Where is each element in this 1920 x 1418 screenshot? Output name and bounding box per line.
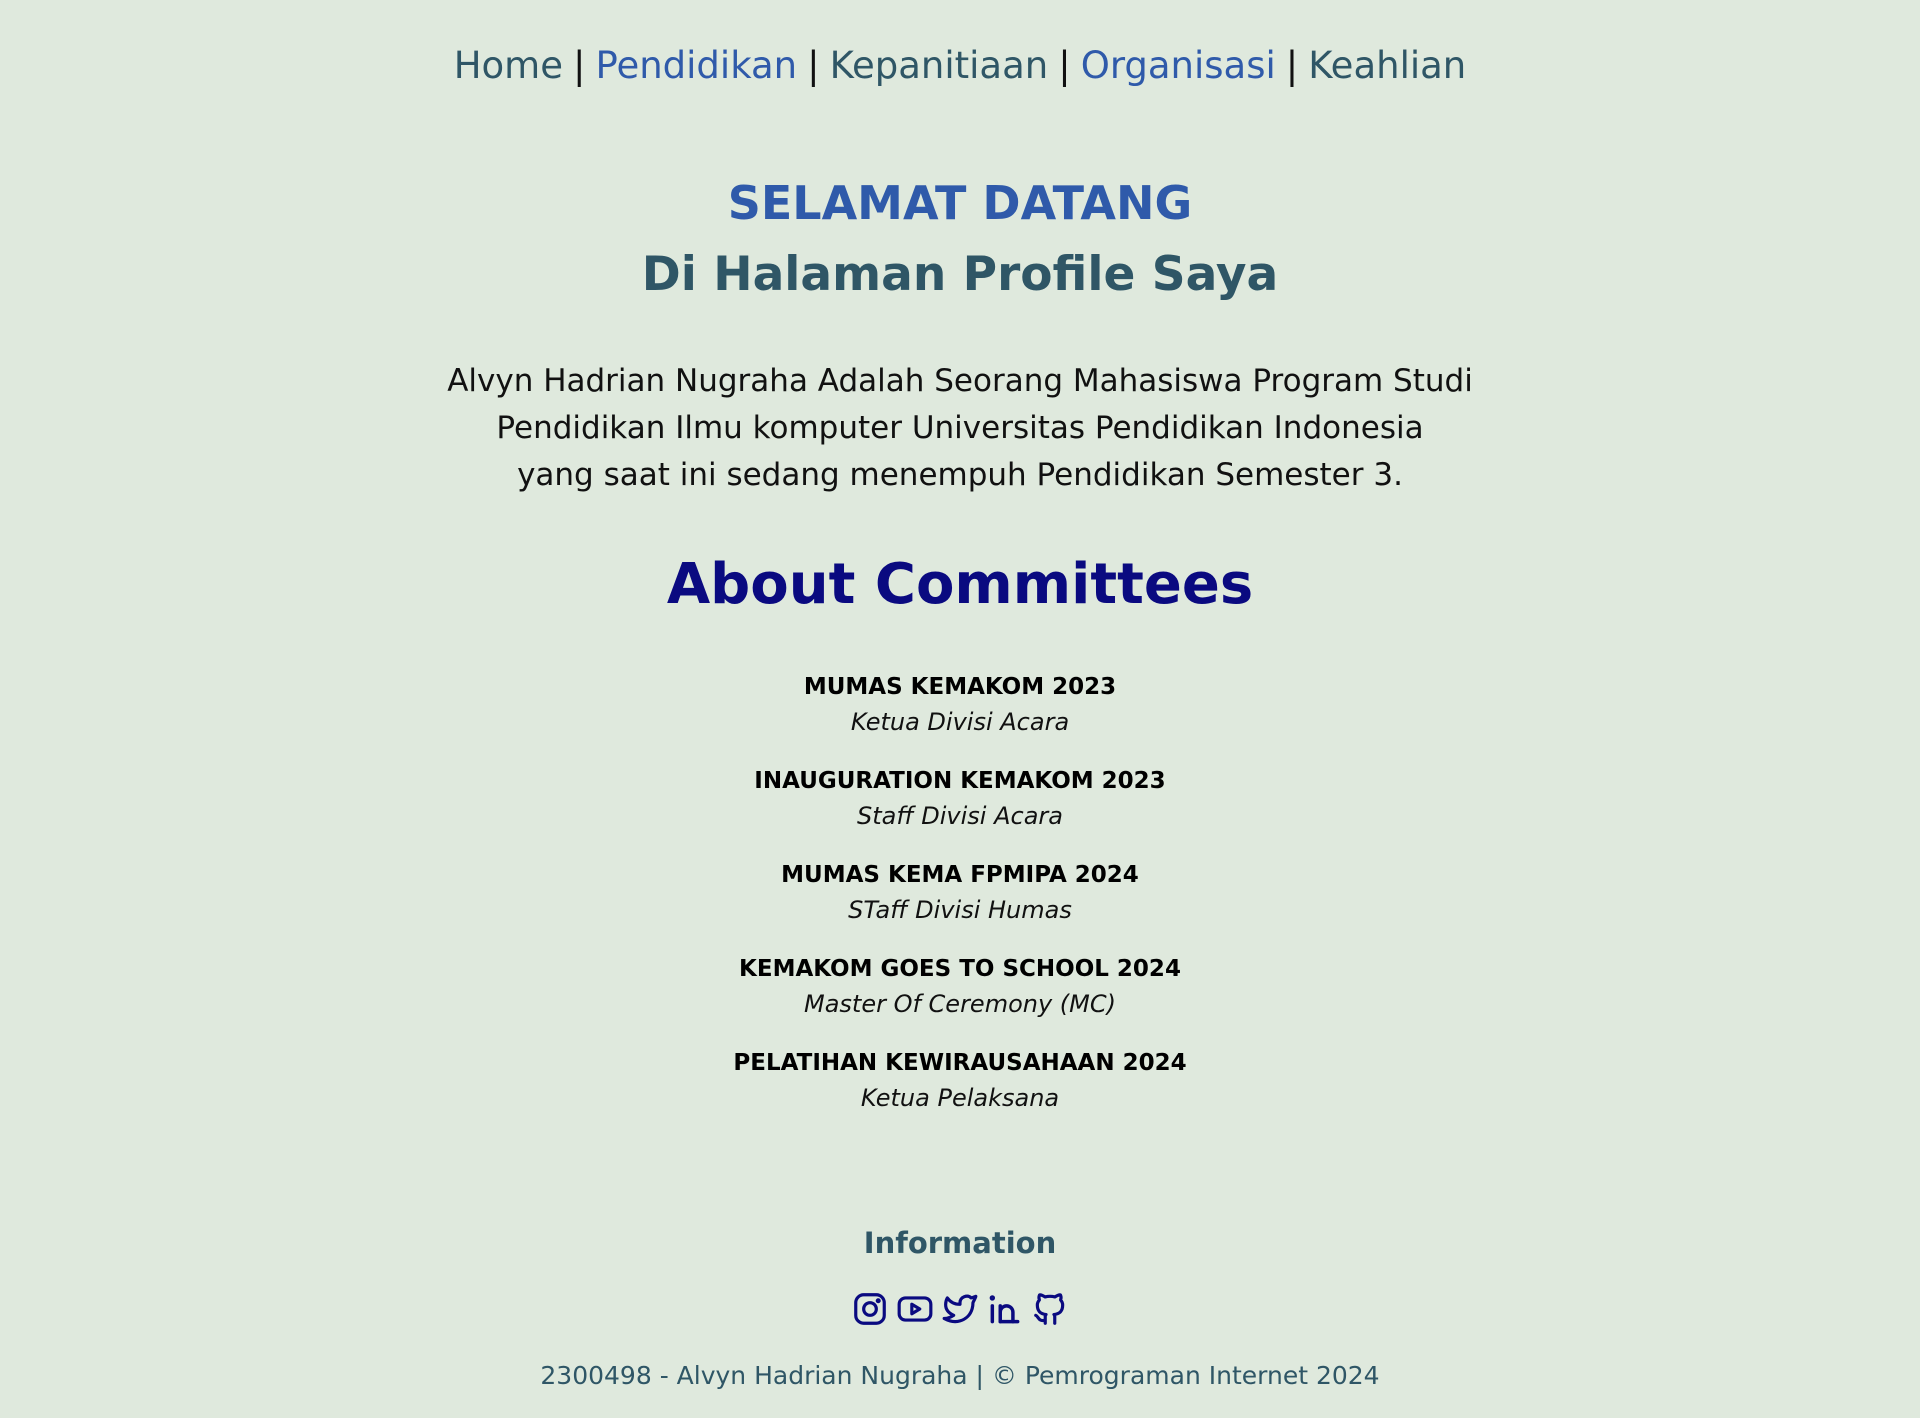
committee-item: PELATIHAN KEWIRAUSAHAAN 2024 Ketua Pelak… [0, 1046, 1920, 1140]
instagram-icon [853, 1293, 886, 1325]
nav-separator: | [572, 44, 586, 87]
youtube-icon [897, 1296, 933, 1322]
committee-name: MUMAS KEMA FPMIPA 2024 [781, 862, 1139, 888]
nav-link-kepanitiaan[interactable]: Kepanitiaan [830, 44, 1049, 87]
profile-subtitle: Di Halaman Profile Saya [641, 247, 1279, 302]
committee-name: KEMAKOM GOES TO SCHOOL 2024 [739, 956, 1181, 982]
committee-item: INAUGURATION KEMAKOM 2023 Staff Divisi A… [0, 764, 1920, 858]
footer-copyright: 2300498 - Alvyn Hadrian Nugraha | © Pemr… [540, 1361, 1380, 1390]
nav-link-pendidikan[interactable]: Pendidikan [595, 44, 797, 87]
committee-role: Staff Divisi Acara [856, 802, 1063, 830]
welcome-heading: SELAMAT DATANG [727, 176, 1193, 230]
twitter-icon [942, 1294, 978, 1324]
github-link[interactable] [1031, 1290, 1069, 1328]
footer-information-title: Information [863, 1226, 1057, 1260]
committee-role: Ketua Pelaksana [860, 1084, 1060, 1112]
committee-name: INAUGURATION KEMAKOM 2023 [754, 768, 1166, 794]
nav-separator: | [807, 44, 820, 87]
committee-name: PELATIHAN KEWIRAUSAHAAN 2024 [733, 1050, 1187, 1076]
intro-line: yang saat ini sedang menempuh Pendidikan… [517, 457, 1403, 493]
intro-line: Alvyn Hadrian Nugraha Adalah Seorang Mah… [447, 363, 1473, 399]
about-committees-title: About Committees [666, 552, 1254, 617]
youtube-link[interactable] [896, 1290, 934, 1328]
github-icon [1034, 1293, 1065, 1325]
committee-item: MUMAS KEMAKOM 2023 Ketua Divisi Acara [0, 670, 1920, 764]
nav-separator: | [1285, 44, 1299, 87]
committee-name: MUMAS KEMAKOM 2023 [803, 674, 1117, 700]
twitter-link[interactable] [941, 1290, 979, 1328]
committee-role: STaff Divisi Humas [848, 896, 1072, 924]
linkedin-icon [989, 1295, 1020, 1324]
social-links [0, 1290, 1920, 1328]
nav-link-keahlian[interactable]: Keahlian [1308, 44, 1466, 87]
committee-item: KEMAKOM GOES TO SCHOOL 2024 Master Of Ce… [0, 952, 1920, 1046]
committee-role: Ketua Divisi Acara [850, 708, 1070, 736]
instagram-link[interactable] [851, 1290, 889, 1328]
committee-role: Master Of Ceremony (MC) [803, 990, 1116, 1018]
top-nav: Home | Pendidikan | Kepanitiaan | Organisasi | K… [0, 36, 1920, 96]
committee-list: MUMAS KEMAKOM 2023 Ketua Divisi Acara IN… [0, 670, 1920, 1140]
nav-separator: | [1058, 44, 1071, 87]
intro-paragraph: Alvyn Hadrian Nugraha Adalah Seorang Mah… [410, 358, 1510, 499]
committee-item: MUMAS KEMA FPMIPA 2024 STaff Divisi Huma… [0, 858, 1920, 952]
profile-page: Home | Pendidikan | Kepanitiaan | Organisasi | K… [0, 0, 1920, 1418]
nav-link-home[interactable]: Home [454, 44, 563, 87]
nav-link-organisasi[interactable]: Organisasi [1081, 44, 1276, 87]
intro-line: Pendidikan Ilmu komputer Universitas Pen… [496, 410, 1424, 446]
linkedin-link[interactable] [986, 1290, 1024, 1328]
